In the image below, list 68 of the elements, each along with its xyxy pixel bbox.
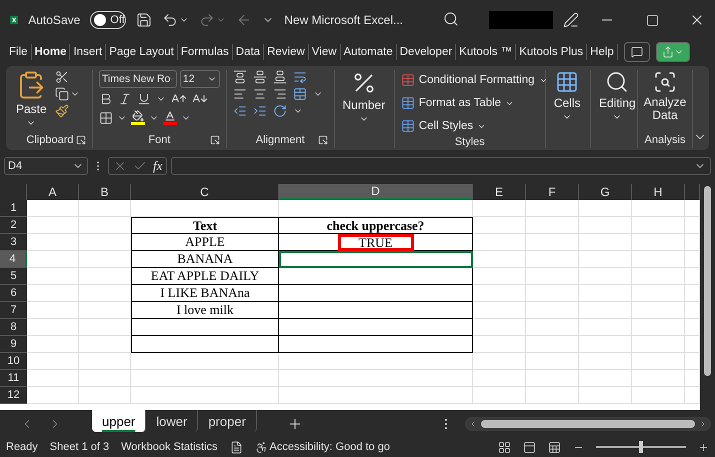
menu-tab[interactable]: Insert — [70, 44, 106, 60]
column-header[interactable]: G — [579, 184, 632, 200]
menu-tab[interactable]: Help — [587, 44, 618, 60]
font-name-select[interactable]: Times New Ro — [98, 70, 177, 88]
column-header[interactable]: B — [79, 184, 131, 200]
table-cell[interactable]: check uppercase? — [279, 217, 473, 234]
menu-tab[interactable]: View — [308, 44, 341, 60]
row-header[interactable]: 4 — [0, 251, 27, 268]
menu-tab[interactable]: Formulas — [178, 44, 233, 60]
column-header[interactable]: H — [632, 184, 685, 200]
row-header[interactable]: 10 — [0, 353, 27, 370]
menu-tab[interactable]: Kutools Plus — [516, 44, 588, 60]
column-header[interactable]: E — [473, 184, 526, 200]
table-cell[interactable]: APPLE — [131, 234, 279, 251]
table-cell[interactable]: Text — [131, 217, 279, 234]
name-box[interactable]: D4 — [4, 157, 88, 175]
table-cell[interactable]: I love milk — [131, 302, 279, 319]
row-header[interactable]: 5 — [0, 268, 27, 285]
group-label: Analysis — [644, 134, 686, 146]
row-header[interactable]: 12 — [0, 387, 27, 404]
style-button[interactable]: Cell Styles — [400, 116, 486, 136]
column-header[interactable]: C — [131, 184, 279, 200]
menu-tab[interactable]: Page Layout — [106, 44, 178, 60]
row-header[interactable]: 6 — [0, 285, 27, 302]
menu-tab[interactable]: File — [6, 44, 32, 60]
group-label: Styles — [454, 136, 485, 148]
menu-tab[interactable]: Data — [232, 44, 264, 60]
accessibility-status[interactable]: Accessibility: Good to go — [270, 441, 390, 453]
sheet-tab[interactable]: proper — [198, 410, 257, 432]
insert-function-button[interactable]: fx — [153, 158, 162, 174]
menu-tab[interactable]: Developer — [396, 44, 456, 60]
menu-tab[interactable]: Automate — [340, 44, 397, 60]
table-cell[interactable]: TRUE — [279, 234, 473, 251]
menu-tab[interactable]: Review — [264, 44, 309, 60]
style-button[interactable]: Format as Table — [400, 93, 514, 113]
autosave-toggle[interactable]: Off — [90, 11, 126, 29]
column-header[interactable]: F — [526, 184, 579, 200]
style-button[interactable]: Conditional Formatting — [400, 70, 548, 90]
column-header[interactable]: D — [279, 184, 473, 200]
row-header[interactable]: 9 — [0, 336, 27, 353]
row-header[interactable]: 3 — [0, 234, 27, 251]
cells-button[interactable]: Cells — [552, 70, 582, 122]
group-label: Alignment — [256, 134, 305, 146]
row-header[interactable]: 7 — [0, 302, 27, 319]
row-header[interactable]: 1 — [0, 200, 27, 217]
status-text: Ready — [6, 441, 38, 453]
menu-tab[interactable]: Kutools ™ — [456, 44, 516, 60]
editing-button[interactable]: Editing — [597, 70, 638, 122]
font-size-select[interactable]: 12 — [180, 70, 220, 88]
row-header[interactable]: 8 — [0, 319, 27, 336]
table-cell[interactable]: BANANA — [131, 251, 279, 268]
number-button[interactable]: Number — [340, 70, 388, 124]
group-label: Clipboard — [26, 134, 74, 146]
window-title: New Microsoft Excel... — [284, 13, 403, 27]
table-cell[interactable]: I LIKE BANAna — [131, 285, 279, 302]
row-header[interactable]: 2 — [0, 217, 27, 234]
sheet-tab[interactable]: upper — [92, 410, 146, 432]
analyze-data-button[interactable]: Analyze Data — [644, 70, 686, 122]
status-text: Sheet 1 of 3 — [50, 441, 110, 453]
column-header[interactable]: A — [27, 184, 79, 200]
group-label: Font — [148, 134, 170, 146]
sheet-tab[interactable]: lower — [146, 410, 198, 432]
menu-tab[interactable]: Home — [32, 44, 70, 60]
paste-button[interactable]: Paste — [14, 70, 49, 128]
workbook-statistics-link[interactable]: Workbook Statistics — [121, 441, 218, 453]
table-cell[interactable]: EAT APPLE DAILY — [131, 268, 279, 285]
row-header[interactable]: 11 — [0, 370, 27, 387]
autosave-label: AutoSave — [28, 13, 80, 27]
